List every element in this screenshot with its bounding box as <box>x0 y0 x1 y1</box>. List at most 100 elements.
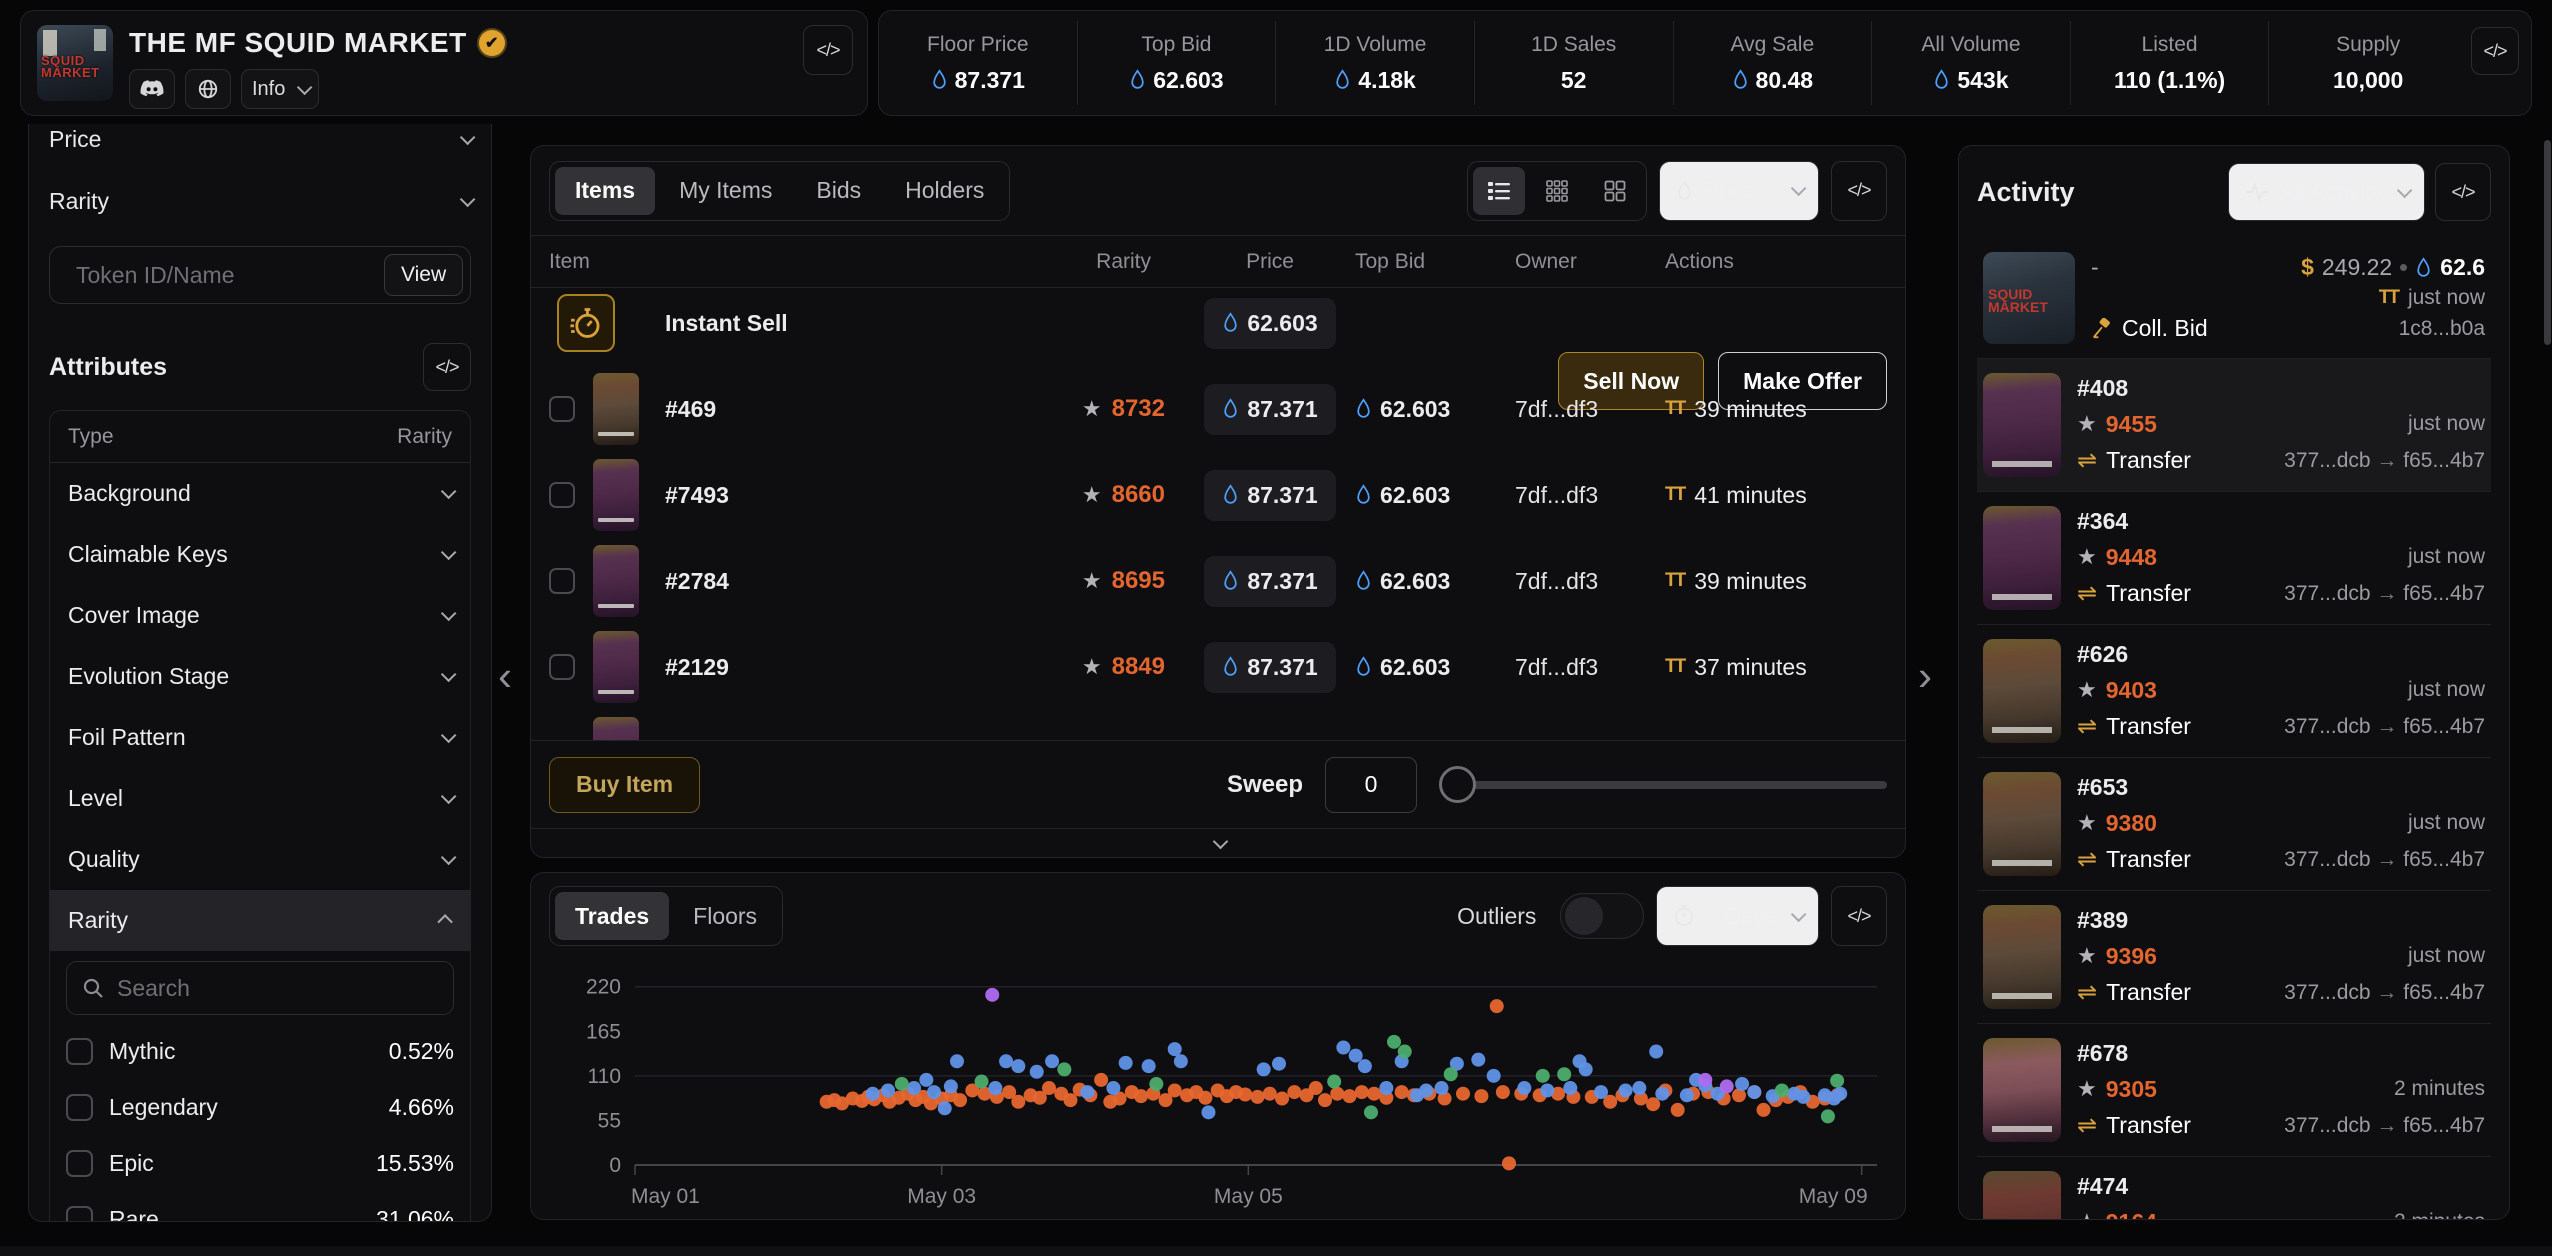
rarity-checkbox[interactable] <box>66 1206 93 1223</box>
rarity-checkbox[interactable] <box>66 1150 93 1177</box>
dot-separator <box>2400 264 2407 271</box>
sweep-slider[interactable] <box>1439 766 1887 804</box>
activity-row[interactable]: #364 ★9448 just now ⇌Transfer 377...dcb … <box>1977 491 2491 624</box>
item-owner[interactable]: 7df...df3 <box>1515 396 1665 423</box>
outliers-toggle[interactable] <box>1560 893 1644 939</box>
activity-row[interactable]: #389 ★9396 just now ⇌Transfer 377...dcb … <box>1977 890 2491 1023</box>
view-button[interactable]: View <box>384 254 463 296</box>
rarity-search-input[interactable] <box>117 975 439 1002</box>
activity-embed-button[interactable]: </> <box>2435 163 2491 221</box>
activity-row[interactable]: #408 ★9455 just now ⇌Transfer 377...dcb … <box>1977 358 2491 491</box>
col-rarity: Rarity <box>963 250 1185 274</box>
page-scrollbar-thumb[interactable] <box>2544 140 2551 345</box>
list-view-button[interactable] <box>1473 167 1525 215</box>
info-dropdown[interactable]: Info <box>241 69 319 109</box>
activity-row[interactable]: #678 ★9305 2 minutes ⇌Transfer 377...dcb… <box>1977 1023 2491 1156</box>
attribute-group-background[interactable]: Background <box>50 463 470 524</box>
time-range-dropdown[interactable]: 7 Days <box>1656 886 1819 946</box>
collapse-activity-arrow[interactable]: › <box>1918 652 1932 700</box>
data-point-orange <box>1646 1097 1660 1111</box>
activity-addresses[interactable]: 377...dcb → f65...4b7 <box>2284 981 2485 1005</box>
tab-items[interactable]: Items <box>555 167 655 215</box>
attribute-group-evolution-stage[interactable]: Evolution Stage <box>50 646 470 707</box>
attribute-group-cover-image[interactable]: Cover Image <box>50 585 470 646</box>
data-point-blue <box>1735 1077 1749 1091</box>
activity-row[interactable]: #474 ★9164 2 minutes ⇌Transfer 377...dcb… <box>1977 1156 2491 1220</box>
activity-item-rarity: 9380 <box>2106 810 2157 837</box>
item-owner[interactable]: 7df...df3 <box>1515 482 1665 509</box>
item-price: 87.371 <box>1247 396 1317 423</box>
data-point-blue <box>1655 1087 1669 1101</box>
activity-item-name: #678 <box>2077 1040 2128 1067</box>
row-checkbox[interactable] <box>549 396 575 422</box>
sweep-count-input[interactable] <box>1325 757 1417 813</box>
data-point-orange <box>1263 1087 1277 1101</box>
tab-holders[interactable]: Holders <box>885 167 1004 215</box>
filter-rarity-toggle[interactable]: Rarity <box>49 170 471 232</box>
activity-row[interactable]: #626 ★9403 just now ⇌Transfer 377...dcb … <box>1977 624 2491 757</box>
buy-item-button[interactable]: Buy Item <box>549 757 700 813</box>
activity-time: just now <box>2408 944 2485 968</box>
attribute-group-foil-pattern[interactable]: Foil Pattern <box>50 707 470 768</box>
row-checkbox[interactable] <box>549 654 575 680</box>
website-button[interactable] <box>185 69 231 109</box>
rarity-option[interactable]: Mythic 0.52% <box>66 1023 454 1079</box>
activity-addresses[interactable]: 377...dcb → f65...4b7 <box>2284 848 2485 872</box>
row-checkbox[interactable] <box>549 482 575 508</box>
token-id-input[interactable] <box>76 262 372 289</box>
attribute-group-rarity[interactable]: Rarity <box>50 890 470 951</box>
sweep-slider-knob[interactable] <box>1439 766 1476 803</box>
activity-filter-dropdown[interactable]: All Activity <box>2228 163 2425 221</box>
rarity-checkbox[interactable] <box>66 1094 93 1121</box>
chart-tab-trades[interactable]: Trades <box>555 892 669 940</box>
collection-embed-button[interactable]: </> <box>803 25 853 75</box>
sui-drop-icon <box>1676 180 1693 202</box>
collapse-sidebar-arrow[interactable]: ‹ <box>498 652 512 700</box>
sort-dropdown[interactable]: Price ↑ <box>1659 161 1819 221</box>
search-icon <box>81 976 105 1000</box>
stat-label: Top Bid <box>1141 33 1211 57</box>
chevron-down-icon <box>460 191 476 207</box>
activity-row[interactable]: #653 ★9380 just now ⇌Transfer 377...dcb … <box>1977 757 2491 890</box>
collection-logo[interactable]: SQUID MARKET <box>37 25 113 101</box>
row-checkbox[interactable] <box>549 568 575 594</box>
rarity-checkbox[interactable] <box>66 1038 93 1065</box>
attribute-group-claimable-keys[interactable]: Claimable Keys <box>50 524 470 585</box>
chart-tab-floors[interactable]: Floors <box>673 892 777 940</box>
table-row[interactable]: #7493 ★8660 87.371 62.603 7df...df3 TT41… <box>531 452 1905 538</box>
activity-addresses[interactable]: 377...dcb → f65...4b7 <box>2284 715 2485 739</box>
table-row[interactable]: #2129 ★8849 87.371 62.603 7df...df3 TT37… <box>531 624 1905 710</box>
activity-item-rarity: 9164 <box>2106 1209 2157 1221</box>
item-owner[interactable]: 7df...df3 <box>1515 568 1665 595</box>
transfer-icon: ⇌ <box>2077 1111 2097 1140</box>
rarity-options-panel: Mythic 0.52% Legendary 4.66% Epic 15.53%… <box>50 951 470 1222</box>
attribute-group-level[interactable]: Level <box>50 768 470 829</box>
activity-time: 2 minutes <box>2394 1210 2485 1220</box>
attributes-embed-button[interactable]: </> <box>423 343 471 391</box>
item-owner[interactable]: 7df...df3 <box>1515 654 1665 681</box>
transfer-icon: ⇌ <box>2077 712 2097 741</box>
expand-items-button[interactable] <box>531 828 1905 858</box>
data-point-blue <box>1471 1053 1485 1067</box>
activity-addresses[interactable]: 377...dcb → f65...4b7 <box>2284 582 2485 606</box>
attribute-group-quality[interactable]: Quality <box>50 829 470 890</box>
chart-embed-button[interactable]: </> <box>1831 886 1887 946</box>
rarity-option[interactable]: Epic 15.53% <box>66 1135 454 1191</box>
bid-address[interactable]: 1c8...b0a <box>2399 317 2485 341</box>
discord-button[interactable] <box>129 69 175 109</box>
tab-my-items[interactable]: My Items <box>659 167 792 215</box>
activity-bid-row[interactable]: SQUID MARKET - $ 249.22 62.6 TT just now <box>1977 238 2491 358</box>
stats-embed-button[interactable]: </> <box>2471 27 2519 75</box>
activity-addresses[interactable]: 377...dcb → f65...4b7 <box>2284 1114 2485 1138</box>
table-row-partial[interactable] <box>531 710 1905 740</box>
small-grid-view-button[interactable] <box>1531 167 1583 215</box>
items-embed-button[interactable]: </> <box>1831 161 1887 221</box>
large-grid-view-button[interactable] <box>1589 167 1641 215</box>
filter-price-toggle[interactable]: Price <box>49 124 471 170</box>
rarity-option[interactable]: Legendary 4.66% <box>66 1079 454 1135</box>
rarity-option[interactable]: Rare 31.06% <box>66 1191 454 1222</box>
sui-drop-icon <box>1222 570 1239 592</box>
activity-addresses[interactable]: 377...dcb → f65...4b7 <box>2284 449 2485 473</box>
tab-bids[interactable]: Bids <box>796 167 881 215</box>
table-row[interactable]: #2784 ★8695 87.371 62.603 7df...df3 TT39… <box>531 538 1905 624</box>
